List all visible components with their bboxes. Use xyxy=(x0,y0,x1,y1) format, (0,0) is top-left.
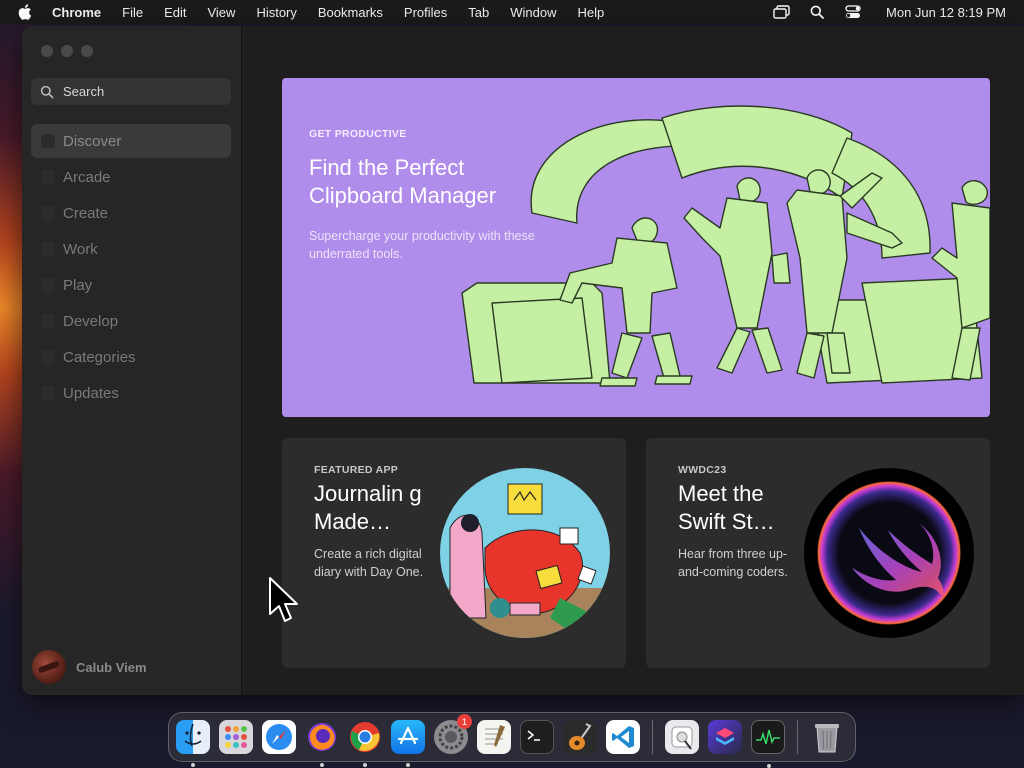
terminal-icon[interactable] xyxy=(520,720,554,754)
card-title: Journalin g Made… xyxy=(314,481,422,534)
profile-name: Calub Viem xyxy=(76,659,147,675)
app-store-window: Discover Arcade Create Work Play Develop… xyxy=(22,26,1024,695)
launchpad-icon[interactable] xyxy=(219,720,253,754)
avatar xyxy=(32,650,66,684)
menu-bar: Chrome File Edit View History Bookmarks … xyxy=(0,0,1024,24)
work-icon xyxy=(41,242,55,256)
sidebar-item-develop[interactable]: Develop xyxy=(31,304,231,338)
running-indicator xyxy=(406,763,410,767)
menu-tab[interactable]: Tab xyxy=(468,5,489,20)
menu-window[interactable]: Window xyxy=(510,5,556,20)
account-profile[interactable]: Calub Viem xyxy=(32,650,147,684)
categories-icon xyxy=(41,350,55,364)
sidebar-item-arcade[interactable]: Arcade xyxy=(31,160,231,194)
menu-bar-clock[interactable]: Mon Jun 12 8:19 PM xyxy=(886,5,1006,20)
card-description: Hear from three up-and-coming coders. xyxy=(678,547,788,579)
menu-file[interactable]: File xyxy=(122,5,143,20)
sidebar-item-label: Create xyxy=(63,204,109,222)
develop-icon xyxy=(41,314,55,328)
menu-help[interactable]: Help xyxy=(578,5,605,20)
discover-icon xyxy=(41,134,55,148)
discover-content: GET PRODUCTIVE Find the Perfect Clipboar… xyxy=(242,26,1024,695)
trash-icon[interactable] xyxy=(810,720,844,754)
shortcuts-icon[interactable] xyxy=(708,720,742,754)
activity-monitor-icon[interactable] xyxy=(751,720,785,768)
close-window-button[interactable] xyxy=(41,45,53,57)
menu-view[interactable]: View xyxy=(207,5,235,20)
finder-icon[interactable] xyxy=(176,720,210,767)
sidebar-item-label: Updates xyxy=(63,384,119,402)
sidebar-item-categories[interactable]: Categories xyxy=(31,340,231,374)
create-icon xyxy=(41,206,55,220)
spotlight-search-icon[interactable] xyxy=(808,4,826,20)
featured-app-card[interactable]: FEATURED APP Journalin g Made… Create a … xyxy=(282,438,626,668)
menu-edit[interactable]: Edit xyxy=(164,5,186,20)
safari-icon[interactable] xyxy=(262,720,296,754)
menu-bookmarks[interactable]: Bookmarks xyxy=(318,5,383,20)
dock-separator xyxy=(652,720,653,754)
sidebar-item-updates[interactable]: Updates xyxy=(31,376,231,410)
card-title: Meet the Swift St… xyxy=(678,481,775,534)
firefox-icon[interactable] xyxy=(305,720,339,767)
textedit-icon[interactable] xyxy=(477,720,511,754)
play-icon xyxy=(41,278,55,292)
sidebar-nav: Discover Arcade Create Work Play Develop… xyxy=(31,124,231,412)
hero-eyebrow: GET PRODUCTIVE xyxy=(309,128,407,140)
sidebar-item-label: Develop xyxy=(63,312,119,330)
menu-history[interactable]: History xyxy=(256,5,296,20)
card-eyebrow: WWDC23 xyxy=(678,464,727,476)
search-box[interactable] xyxy=(31,78,231,105)
sidebar-item-label: Work xyxy=(63,240,98,258)
sidebar-item-discover[interactable]: Discover xyxy=(31,124,231,158)
disk-utility-icon[interactable] xyxy=(665,720,699,754)
screen-mirroring-icon[interactable] xyxy=(772,4,790,20)
menu-app-name[interactable]: Chrome xyxy=(52,5,101,20)
sidebar-item-label: Discover xyxy=(63,132,122,150)
apple-menu-icon[interactable] xyxy=(18,4,32,20)
dock-separator xyxy=(797,720,798,754)
app-store-icon[interactable] xyxy=(391,720,425,767)
running-indicator xyxy=(191,763,195,767)
arcade-icon xyxy=(41,170,55,184)
hero-story-card[interactable]: GET PRODUCTIVE Find the Perfect Clipboar… xyxy=(282,78,990,417)
sidebar-item-play[interactable]: Play xyxy=(31,268,231,302)
running-indicator xyxy=(767,764,771,768)
wwdc-story-card[interactable]: WWDC23 Meet the Swift St… Hear from thre… xyxy=(646,438,990,668)
sidebar-item-label: Play xyxy=(63,276,93,294)
window-controls xyxy=(41,45,93,57)
card-description: Create a rich digital diary with Day One… xyxy=(314,547,424,579)
running-indicator xyxy=(320,763,324,767)
system-settings-icon[interactable]: 1 xyxy=(434,714,472,754)
journaling-illustration xyxy=(440,468,610,638)
sidebar-item-work[interactable]: Work xyxy=(31,232,231,266)
minimize-window-button[interactable] xyxy=(61,45,73,57)
vscode-icon[interactable] xyxy=(606,720,640,754)
sidebar-item-create[interactable]: Create xyxy=(31,196,231,230)
menu-profiles[interactable]: Profiles xyxy=(404,5,447,20)
mouse-cursor-icon xyxy=(269,577,298,622)
running-indicator xyxy=(363,763,367,767)
card-eyebrow: FEATURED APP xyxy=(314,464,399,476)
chrome-icon[interactable] xyxy=(348,720,382,767)
zoom-window-button[interactable] xyxy=(81,45,93,57)
notification-badge: 1 xyxy=(457,714,472,729)
clipboard-people-illustration xyxy=(461,105,990,387)
sidebar: Discover Arcade Create Work Play Develop… xyxy=(22,26,242,695)
swift-logo-orb xyxy=(804,468,974,638)
sidebar-item-label: Arcade xyxy=(63,168,111,186)
dock: 1 xyxy=(168,712,856,768)
updates-icon xyxy=(41,386,55,400)
garageband-icon[interactable] xyxy=(563,720,597,754)
search-input[interactable] xyxy=(63,84,213,99)
control-center-icon[interactable] xyxy=(844,4,862,20)
search-icon xyxy=(40,85,54,98)
sidebar-item-label: Categories xyxy=(63,348,136,366)
